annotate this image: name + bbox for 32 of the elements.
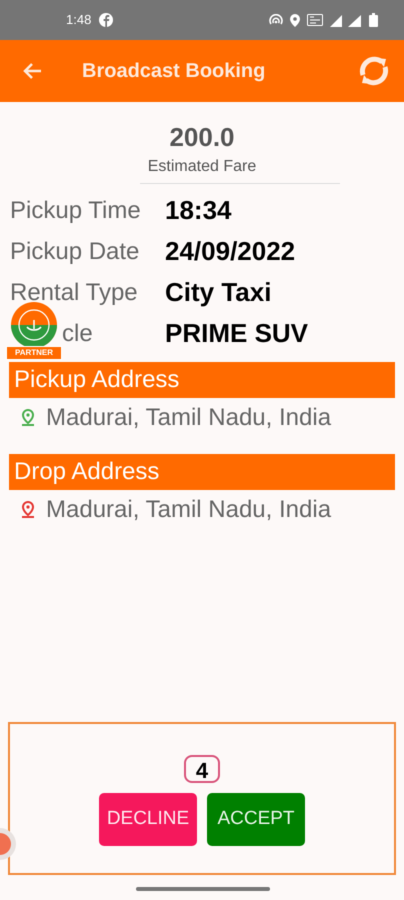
detail-value: PRIME SUV bbox=[165, 317, 308, 350]
detail-label: Rental Type bbox=[10, 278, 139, 308]
refresh-icon[interactable] bbox=[358, 55, 390, 87]
signal-icon bbox=[330, 14, 362, 26]
battery-icon bbox=[369, 13, 378, 27]
location-pin-icon bbox=[20, 501, 36, 519]
screen-title: Broadcast Booking bbox=[82, 59, 266, 84]
volte-icon bbox=[307, 14, 323, 26]
status-time: 1:48 bbox=[66, 11, 92, 30]
location-pin-icon bbox=[20, 409, 36, 427]
address-text: Madurai, Tamil Nadu, India bbox=[46, 495, 332, 525]
hotspot-icon bbox=[269, 14, 283, 26]
decline-button[interactable]: DECLINE bbox=[99, 793, 197, 846]
location-icon bbox=[290, 14, 300, 26]
detail-label: cle bbox=[62, 318, 94, 348]
countdown-timer: 4 bbox=[184, 755, 220, 783]
detail-label: Pickup Date bbox=[10, 236, 140, 266]
detail-label: Pickup Time bbox=[10, 196, 142, 226]
detail-value: 24/09/2022 bbox=[165, 235, 296, 268]
accept-button[interactable]: ACCEPT bbox=[207, 793, 305, 846]
address-text: Madurai, Tamil Nadu, India bbox=[46, 403, 332, 433]
fare-amount: 200.0 bbox=[169, 121, 235, 154]
partner-logo-icon bbox=[11, 302, 57, 348]
facebook-icon bbox=[99, 13, 114, 27]
partner-label: PARTNER bbox=[6, 346, 62, 360]
floating-bubble-icon[interactable] bbox=[0, 826, 16, 862]
section-header: Drop Address bbox=[9, 454, 395, 490]
section-header: Pickup Address bbox=[9, 362, 395, 398]
back-arrow-icon[interactable] bbox=[22, 62, 42, 80]
detail-value: 18:34 bbox=[165, 194, 232, 227]
fare-label: Estimated Fare bbox=[148, 157, 256, 177]
detail-value: City Taxi bbox=[165, 276, 272, 309]
